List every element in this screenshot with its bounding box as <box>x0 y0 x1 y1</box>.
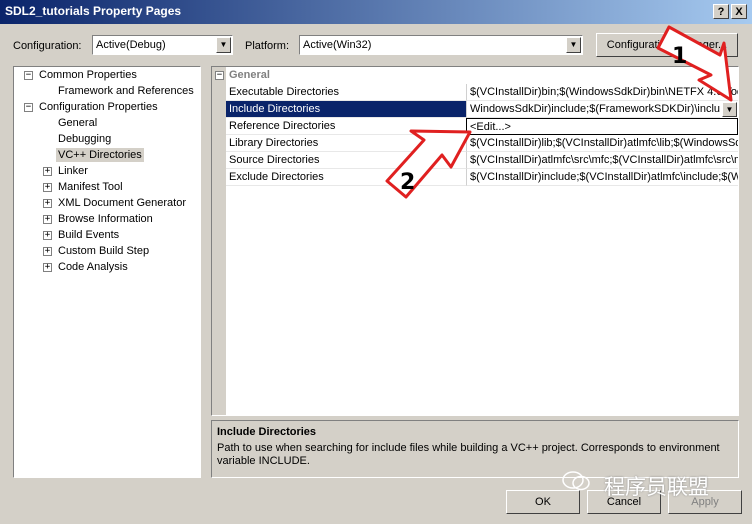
dropdown-arrow-icon[interactable]: ▼ <box>722 102 737 117</box>
tree-item-xml-document-generator[interactable]: XML Document Generator <box>58 197 186 209</box>
title-bar: SDL2_tutorials Property Pages ? X <box>0 0 752 24</box>
close-button[interactable]: X <box>731 4 747 19</box>
expand-icon[interactable]: + <box>43 263 52 272</box>
tree-item-framework-references[interactable]: Framework and References <box>58 85 194 97</box>
help-button[interactable]: ? <box>713 4 729 19</box>
tree-item-browse-information[interactable]: Browse Information <box>58 213 153 225</box>
collapse-icon[interactable]: − <box>215 71 224 80</box>
ok-button[interactable]: OK <box>506 490 580 514</box>
property-name: Executable Directories <box>226 84 466 101</box>
property-name: Library Directories <box>226 135 466 152</box>
property-name: Exclude Directories <box>226 169 466 186</box>
property-value[interactable]: $(VCInstallDir)include;$(VCInstallDir)at… <box>466 169 738 186</box>
property-value[interactable]: $(VCInstallDir)lib;$(VCInstallDir)atlmfc… <box>466 135 738 152</box>
configuration-label: Configuration: <box>13 40 82 52</box>
property-grid: − General Executable Directories $(VCIns… <box>211 66 739 416</box>
chevron-down-icon[interactable]: ▼ <box>566 37 581 53</box>
property-name: Include Directories <box>226 101 466 118</box>
tree-item-common-properties[interactable]: Common Properties <box>39 69 137 81</box>
grid-section-label: General <box>229 69 270 81</box>
configuration-value: Active(Debug) <box>96 39 166 51</box>
collapse-icon[interactable]: − <box>24 71 33 80</box>
tree-item-debugging[interactable]: Debugging <box>58 133 111 145</box>
grid-row-exclude-directories[interactable]: Exclude Directories $(VCInstallDir)inclu… <box>212 169 738 186</box>
property-value[interactable]: $(VCInstallDir)atlmfc\src\mfc;$(VCInstal… <box>466 152 738 169</box>
grid-row-library-directories[interactable]: Library Directories $(VCInstallDir)lib;$… <box>212 135 738 152</box>
tree-item-general[interactable]: General <box>58 117 97 129</box>
wechat-logo-icon <box>562 470 592 492</box>
platform-label: Platform: <box>245 40 290 52</box>
description-title: Include Directories <box>217 426 317 438</box>
chevron-down-icon[interactable]: ▼ <box>216 37 231 53</box>
platform-value: Active(Win32) <box>303 39 372 51</box>
edit-dropdown-option[interactable]: <Edit...> <box>466 118 738 135</box>
grid-row-include-directories[interactable]: Include Directories WindowsSdkDir)includ… <box>212 101 738 118</box>
platform-select[interactable]: Active(Win32) ▼ <box>299 35 583 55</box>
tree-item-custom-build-step[interactable]: Custom Build Step <box>58 245 149 257</box>
grid-row-reference-directories[interactable]: Reference Directories <Edit...> <box>212 118 738 135</box>
expand-icon[interactable]: + <box>43 183 52 192</box>
grid-row-source-directories[interactable]: Source Directories $(VCInstallDir)atlmfc… <box>212 152 738 169</box>
tree-item-vc-directories[interactable]: VC++ Directories <box>56 148 144 162</box>
collapse-icon[interactable]: − <box>24 103 33 112</box>
property-value-editor[interactable]: WindowsSdkDir)include;$(FrameworkSDKDir)… <box>466 101 720 118</box>
configuration-manager-button[interactable]: Configuration Manager... <box>596 33 738 57</box>
expand-icon[interactable]: + <box>43 231 52 240</box>
property-value[interactable]: $(VCInstallDir)bin;$(WindowsSdkDir)bin\N… <box>466 84 738 101</box>
tree-item-build-events[interactable]: Build Events <box>58 229 119 241</box>
tree-item-configuration-properties[interactable]: Configuration Properties <box>39 101 158 113</box>
expand-icon[interactable]: + <box>43 215 52 224</box>
expand-icon[interactable]: + <box>43 199 52 208</box>
tree-item-code-analysis[interactable]: Code Analysis <box>58 261 128 273</box>
property-name: Source Directories <box>226 152 466 169</box>
description-panel: Include Directories Path to use when sea… <box>211 420 739 478</box>
configuration-select[interactable]: Active(Debug) ▼ <box>92 35 233 55</box>
watermark-text: 程序员联盟 <box>604 476 709 499</box>
expand-icon[interactable]: + <box>43 247 52 256</box>
grid-row-executable-directories[interactable]: Executable Directories $(VCInstallDir)bi… <box>212 84 738 101</box>
tree-item-linker[interactable]: Linker <box>58 165 88 177</box>
grid-section-header: − General <box>212 67 738 84</box>
expand-icon[interactable]: + <box>43 167 52 176</box>
description-text: Path to use when searching for include f… <box>217 442 720 467</box>
tree-item-manifest-tool[interactable]: Manifest Tool <box>58 181 123 193</box>
window-title: SDL2_tutorials Property Pages <box>5 4 182 18</box>
property-name: Reference Directories <box>226 118 466 135</box>
